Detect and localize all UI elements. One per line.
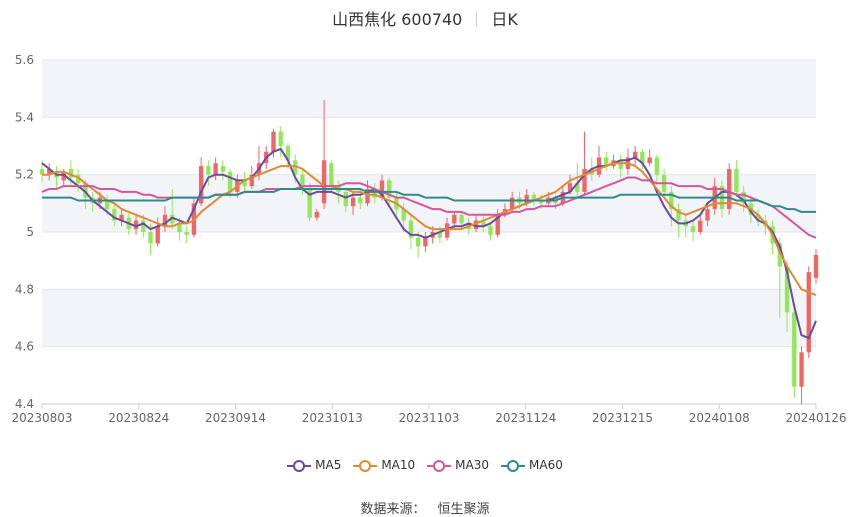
y-tick-label: 4.8 xyxy=(15,282,34,296)
y-tick-label: 5 xyxy=(26,225,34,239)
candle xyxy=(582,131,587,195)
x-tick-label: 20231103 xyxy=(398,411,459,425)
legend-label: MA5 xyxy=(315,458,342,473)
legend-label: MA60 xyxy=(529,458,563,473)
x-tick-label: 20231124 xyxy=(495,411,556,425)
candle-body xyxy=(155,226,160,244)
candle-body xyxy=(278,131,283,146)
candle-body xyxy=(806,272,811,353)
candle-body xyxy=(813,254,819,278)
candle xyxy=(792,306,797,399)
candle-body xyxy=(321,160,327,204)
candle-body xyxy=(206,166,211,175)
candle-body xyxy=(459,214,464,224)
candle-body xyxy=(213,163,218,175)
legend-item-ma5[interactable]: MA5 xyxy=(287,458,341,473)
legend-marker-icon xyxy=(287,459,312,472)
candle-body xyxy=(271,131,276,152)
legend-item-ma10[interactable]: MA10 xyxy=(353,458,415,473)
candle xyxy=(799,346,804,404)
candle-body xyxy=(350,197,356,207)
candle-body xyxy=(415,237,421,247)
plot-background xyxy=(42,60,816,347)
candle-body xyxy=(227,171,233,192)
candle-body xyxy=(220,166,226,172)
y-tick-label: 5.4 xyxy=(15,110,34,124)
candle-body xyxy=(329,163,334,187)
candle xyxy=(647,148,652,167)
candle-body xyxy=(141,220,146,232)
candle xyxy=(198,157,204,207)
candle-body xyxy=(647,157,652,164)
candle-body xyxy=(148,232,153,244)
candle xyxy=(596,146,602,178)
x-tick-label: 20230914 xyxy=(205,411,266,425)
candle-body xyxy=(705,209,710,221)
candle xyxy=(604,151,609,172)
candle-body xyxy=(423,237,428,247)
band-1 xyxy=(42,289,816,347)
x-tick-label: 20240108 xyxy=(689,411,750,425)
legend: MA5 MA10 MA30 MA60 xyxy=(0,458,850,473)
legend-item-ma60[interactable]: MA60 xyxy=(501,458,563,473)
legend-marker-icon xyxy=(427,459,452,472)
legend-label: MA10 xyxy=(381,458,416,473)
candle xyxy=(813,249,819,284)
candle-body xyxy=(792,312,797,387)
source-value: 恒生聚源 xyxy=(437,502,490,517)
y-tick-label: 4.4 xyxy=(15,397,34,411)
candle-body xyxy=(343,191,348,207)
legend-marker-icon xyxy=(353,459,378,472)
legend-label: MA30 xyxy=(455,458,490,473)
candle-body xyxy=(690,226,696,232)
x-tick-label: 20231013 xyxy=(302,411,363,425)
x-tick-label: 20230803 xyxy=(11,411,72,425)
y-tick-label: 5.6 xyxy=(15,53,34,67)
candle-body xyxy=(510,197,515,210)
legend-marker-icon xyxy=(501,459,526,472)
candle-body xyxy=(488,226,493,235)
x-tick-label: 20240126 xyxy=(785,411,846,425)
candle-body xyxy=(799,352,804,387)
y-tick-label: 5.2 xyxy=(15,168,34,182)
candle xyxy=(632,146,638,167)
candle-body xyxy=(358,197,363,204)
candle xyxy=(727,163,732,215)
y-tick-label: 4.6 xyxy=(15,340,34,354)
data-source: 数据来源： 恒生聚源 xyxy=(0,498,850,517)
legend-item-ma30[interactable]: MA30 xyxy=(427,458,489,473)
x-axis: 20230803 20230824 20230914 20231013 20231103… xyxy=(11,403,847,425)
candlestick-chart[interactable]: 4.44.64.855.25.45.6 20230803 20230824 2023… xyxy=(0,0,850,517)
candle-body xyxy=(314,211,320,218)
source-label: 数据来源： xyxy=(360,502,426,517)
x-tick-label: 20231215 xyxy=(592,411,653,425)
x-tick-label: 20230824 xyxy=(108,411,169,425)
candle-body xyxy=(734,168,739,192)
candle-body xyxy=(698,220,703,232)
band-5 xyxy=(42,60,816,118)
candle-body xyxy=(654,157,660,175)
candles xyxy=(39,100,819,404)
candle xyxy=(806,266,811,359)
candle-body xyxy=(452,214,457,224)
candle-body xyxy=(184,232,189,235)
candle xyxy=(423,232,428,253)
candle xyxy=(625,148,631,175)
candle xyxy=(618,154,623,178)
